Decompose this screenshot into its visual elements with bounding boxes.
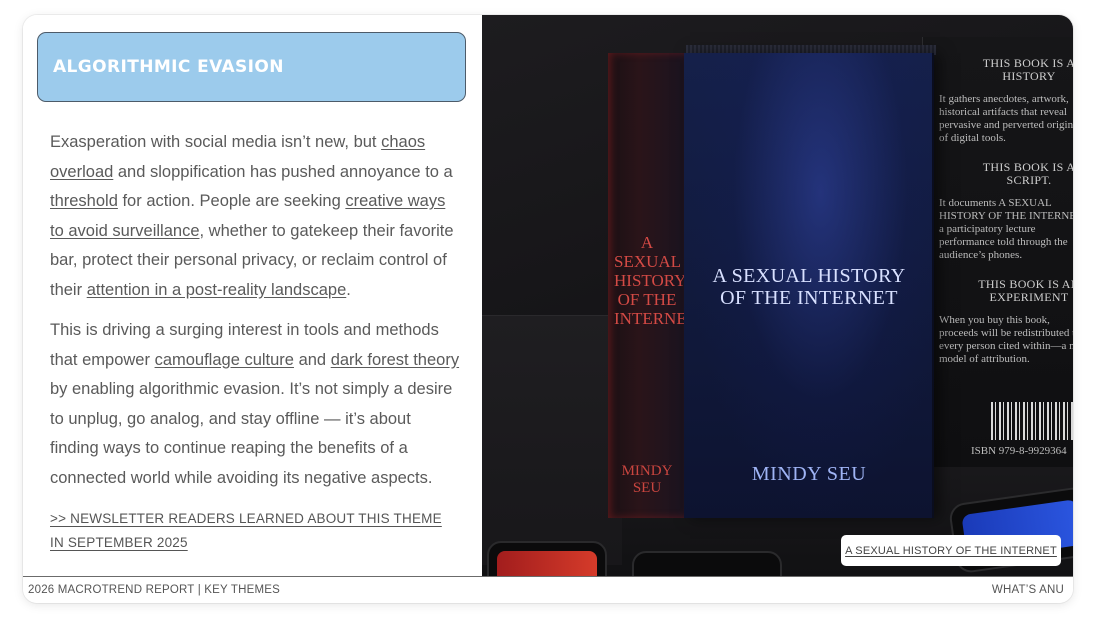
photo-shelf: [482, 315, 622, 565]
spine-title: A SEXUAL HISTORY OF THE INTERNET: [614, 233, 698, 328]
footer-left-text: 2026 MACROTREND REPORT | KEY THEMES: [28, 584, 280, 596]
paragraph-2: This is driving a surging interest in to…: [50, 321, 460, 487]
spine-author: MINDY SEU: [621, 463, 673, 496]
link-attention-post-reality[interactable]: attention in a post-reality landscape: [87, 281, 347, 299]
newsletter-link[interactable]: >> NEWSLETTER READERS LEARNED ABOUT THIS…: [50, 507, 450, 555]
paragraph-1: Exasperation with social media isn’t new…: [50, 133, 454, 299]
barcode-icon: [991, 402, 1073, 440]
text-panel: ALGORITHMIC EVASION Exasperation with so…: [23, 15, 482, 576]
cover-author: MINDY SEU: [751, 463, 867, 485]
back-book-text-2: It documents A SEXUAL HISTORY OF THE INT…: [939, 197, 1073, 261]
book-cover: A SEXUAL HISTORY OF THE INTERNET MINDY S…: [684, 53, 934, 518]
slide-card: ALGORITHMIC EVASION Exasperation with so…: [23, 15, 1073, 603]
book-spine: A SEXUAL HISTORY OF THE INTERNET MINDY S…: [608, 53, 698, 518]
link-camouflage-culture[interactable]: camouflage culture: [155, 351, 294, 369]
link-dark-forest-theory[interactable]: dark forest theory: [331, 351, 459, 369]
link-threshold[interactable]: threshold: [50, 192, 118, 210]
cover-title: A SEXUAL HISTORY OF THE INTERNET: [712, 265, 906, 309]
back-book-heading-2: THIS BOOK IS A SCRIPT.: [982, 160, 1073, 187]
back-book-heading-3: THIS BOOK IS AN EXPERIMENT: [978, 277, 1073, 304]
footer-right-text: WHAT’S ANU: [991, 584, 1064, 596]
book-photo: THIS BOOK IS A HISTORY It gathers anecdo…: [482, 15, 1073, 576]
theme-title: ALGORITHMIC EVASION: [53, 57, 284, 77]
theme-banner: ALGORITHMIC EVASION: [37, 32, 466, 102]
image-caption-link[interactable]: A SEXUAL HISTORY OF THE INTERNET: [841, 535, 1061, 566]
back-book-isbn: ISBN 979-8-9929364: [971, 445, 1067, 457]
back-book-text-1: It gathers anecdotes, artwork, historica…: [939, 93, 1073, 144]
back-book: THIS BOOK IS A HISTORY It gathers anecdo…: [922, 37, 1073, 467]
phone-middle: [632, 551, 782, 576]
body-text: Exasperation with social media isn’t new…: [50, 128, 460, 504]
back-book-text-3: When you buy this book, proceeds will be…: [939, 314, 1073, 365]
slide-footer: 2026 MACROTREND REPORT | KEY THEMES WHAT…: [23, 576, 1073, 603]
back-book-heading-1: THIS BOOK IS A HISTORY: [982, 56, 1073, 83]
phone-left: [487, 541, 607, 576]
